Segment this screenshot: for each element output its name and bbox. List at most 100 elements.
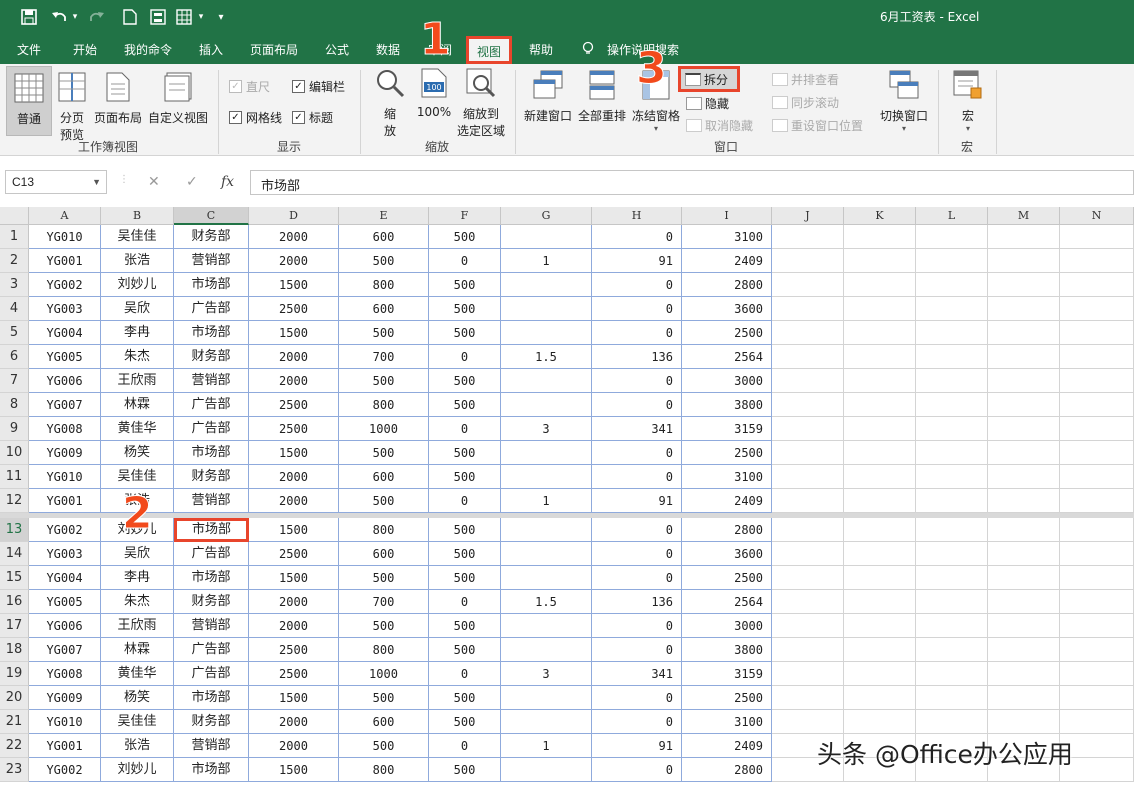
cell-n16[interactable] [1060, 590, 1134, 614]
cell-f22[interactable]: 0 [429, 734, 501, 758]
cell-f9[interactable]: 0 [429, 417, 501, 441]
cell-i23[interactable]: 2800 [682, 758, 772, 782]
cell-g21[interactable] [501, 710, 592, 734]
cell-a12[interactable]: YG001 [29, 489, 101, 513]
cell-e18[interactable]: 800 [339, 638, 429, 662]
cell-j13[interactable] [772, 518, 844, 542]
cell-j4[interactable] [772, 297, 844, 321]
cell-a11[interactable]: YG010 [29, 465, 101, 489]
unhide-button[interactable]: 取消隐藏 [686, 117, 753, 134]
cell-c13[interactable]: 市场部 [174, 518, 249, 542]
cell-h22[interactable]: 91 [592, 734, 682, 758]
cell-l10[interactable] [916, 441, 988, 465]
cell-g1[interactable] [501, 225, 592, 249]
cell-h3[interactable]: 0 [592, 273, 682, 297]
cell-l20[interactable] [916, 686, 988, 710]
cell-d17[interactable]: 2000 [249, 614, 339, 638]
cell-k2[interactable] [844, 249, 916, 273]
cell-n18[interactable] [1060, 638, 1134, 662]
tab-data[interactable]: 数据 [376, 41, 400, 58]
cell-i18[interactable]: 3800 [682, 638, 772, 662]
cell-c19[interactable]: 广告部 [174, 662, 249, 686]
column-header-k[interactable]: K [844, 207, 916, 225]
save-icon[interactable] [18, 6, 40, 28]
cell-l13[interactable] [916, 518, 988, 542]
cell-d5[interactable]: 1500 [249, 321, 339, 345]
cell-n9[interactable] [1060, 417, 1134, 441]
cell-m18[interactable] [988, 638, 1060, 662]
cell-f14[interactable]: 500 [429, 542, 501, 566]
cell-g8[interactable] [501, 393, 592, 417]
cell-l14[interactable] [916, 542, 988, 566]
cell-e17[interactable]: 500 [339, 614, 429, 638]
cell-k16[interactable] [844, 590, 916, 614]
row-header-21[interactable]: 21 [0, 710, 29, 734]
cell-n15[interactable] [1060, 566, 1134, 590]
row-header-14[interactable]: 14 [0, 542, 29, 566]
cell-a22[interactable]: YG001 [29, 734, 101, 758]
cell-c1[interactable]: 财务部 [174, 225, 249, 249]
cell-e11[interactable]: 600 [339, 465, 429, 489]
cell-g11[interactable] [501, 465, 592, 489]
cell-i4[interactable]: 3600 [682, 297, 772, 321]
cell-d20[interactable]: 1500 [249, 686, 339, 710]
row-header-18[interactable]: 18 [0, 638, 29, 662]
cell-i1[interactable]: 3100 [682, 225, 772, 249]
cell-l18[interactable] [916, 638, 988, 662]
row-header-5[interactable]: 5 [0, 321, 29, 345]
cell-g12[interactable]: 1 [501, 489, 592, 513]
headings-checkbox[interactable]: ✓ 标题 [292, 109, 333, 126]
normal-view-button[interactable]: 普通 [6, 66, 52, 136]
cell-m12[interactable] [988, 489, 1060, 513]
cell-f17[interactable]: 500 [429, 614, 501, 638]
cell-j20[interactable] [772, 686, 844, 710]
cell-b11[interactable]: 吴佳佳 [101, 465, 174, 489]
cell-g4[interactable] [501, 297, 592, 321]
name-box[interactable]: C13 ▼ [5, 170, 107, 194]
cell-a6[interactable]: YG005 [29, 345, 101, 369]
cell-m3[interactable] [988, 273, 1060, 297]
row-header-23[interactable]: 23 [0, 758, 29, 782]
cell-l12[interactable] [916, 489, 988, 513]
cell-h21[interactable]: 0 [592, 710, 682, 734]
cell-j16[interactable] [772, 590, 844, 614]
cell-k12[interactable] [844, 489, 916, 513]
zoom-to-selection-button[interactable]: 缩放到 选定区域 [454, 68, 508, 139]
cell-i14[interactable]: 3600 [682, 542, 772, 566]
arrange-all-button[interactable]: 全部重排 [576, 70, 628, 124]
zoom-button[interactable]: 缩 放 [372, 68, 408, 139]
cell-m11[interactable] [988, 465, 1060, 489]
cell-j14[interactable] [772, 542, 844, 566]
cell-a8[interactable]: YG007 [29, 393, 101, 417]
cell-f20[interactable]: 500 [429, 686, 501, 710]
cell-i16[interactable]: 2564 [682, 590, 772, 614]
new-window-button[interactable]: 新建窗口 [522, 70, 574, 124]
cell-f18[interactable]: 500 [429, 638, 501, 662]
cell-g16[interactable]: 1.5 [501, 590, 592, 614]
cell-b21[interactable]: 吴佳佳 [101, 710, 174, 734]
cell-d14[interactable]: 2500 [249, 542, 339, 566]
cell-f16[interactable]: 0 [429, 590, 501, 614]
cell-a20[interactable]: YG009 [29, 686, 101, 710]
cell-b16[interactable]: 朱杰 [101, 590, 174, 614]
cell-j18[interactable] [772, 638, 844, 662]
cell-l7[interactable] [916, 369, 988, 393]
cell-b3[interactable]: 刘妙儿 [101, 273, 174, 297]
cell-n6[interactable] [1060, 345, 1134, 369]
cell-a17[interactable]: YG006 [29, 614, 101, 638]
column-header-d[interactable]: D [249, 207, 339, 225]
cell-g2[interactable]: 1 [501, 249, 592, 273]
column-header-c[interactable]: C [174, 207, 249, 225]
column-header-h[interactable]: H [592, 207, 682, 225]
cell-i3[interactable]: 2800 [682, 273, 772, 297]
cell-e5[interactable]: 500 [339, 321, 429, 345]
cell-f19[interactable]: 0 [429, 662, 501, 686]
cell-j10[interactable] [772, 441, 844, 465]
cell-i20[interactable]: 2500 [682, 686, 772, 710]
cell-b6[interactable]: 朱杰 [101, 345, 174, 369]
cell-f12[interactable]: 0 [429, 489, 501, 513]
cell-c4[interactable]: 广告部 [174, 297, 249, 321]
cell-j5[interactable] [772, 321, 844, 345]
cell-i12[interactable]: 2409 [682, 489, 772, 513]
cell-m17[interactable] [988, 614, 1060, 638]
